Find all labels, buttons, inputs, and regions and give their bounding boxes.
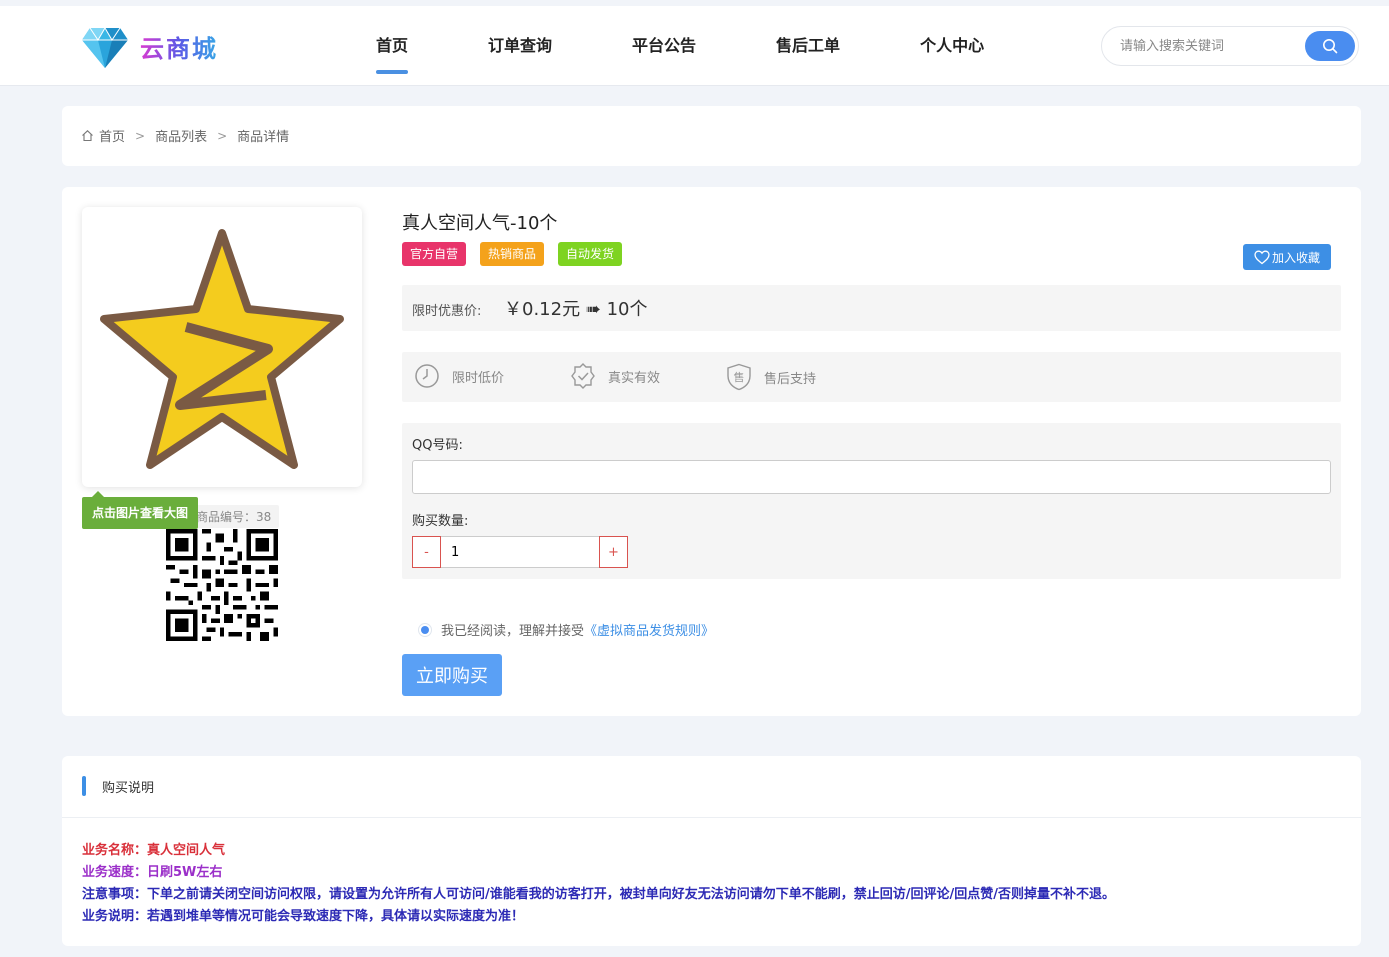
product-image[interactable]	[82, 207, 362, 487]
main-nav: 首页 订单查询 平台公告 售后工单 个人中心	[376, 6, 1064, 86]
verified-badge-icon	[571, 363, 595, 389]
order-form: QQ号码: 购买数量: - +	[402, 423, 1341, 579]
breadcrumb: 首页 > 商品列表 > 商品详情	[81, 126, 289, 145]
tag-official: 官方自营	[402, 242, 467, 266]
feature-row: 限时低价 真实有效 售 售后支持	[402, 352, 1341, 402]
svg-text:售: 售	[734, 370, 745, 384]
home-icon	[82, 130, 93, 142]
feature-label: 限时低价	[452, 370, 505, 386]
agreement-radio[interactable]	[418, 622, 432, 637]
site-logo[interactable]: 云商城	[82, 24, 218, 68]
search-box	[1101, 26, 1359, 66]
purchase-notes-body: 业务名称：真人空间人气 业务速度：日刷5W左右 注意事项：下单之前请关闭空间访问…	[82, 840, 1115, 928]
product-card: 商品编号：38 点击图片查看大图 真人空间人气-10个 官方自营 热销商品 自动…	[62, 187, 1361, 716]
notes-service-name: 业务名称：真人空间人气	[82, 843, 226, 858]
purchase-notes-card: 购买说明 业务名称：真人空间人气 业务速度：日刷5W左右 注意事项：下单之前请关…	[62, 756, 1361, 946]
nav-order-query[interactable]: 订单查询	[488, 6, 552, 86]
delivery-rules-link[interactable]: 《虚拟商品发货规则》	[584, 620, 714, 639]
price-row: 限时优惠价: ￥0.12元 ➠ 10个	[402, 285, 1341, 331]
logo-text: 云商城	[140, 29, 218, 64]
agreement-text: 我已经阅读，理解并接受	[441, 624, 585, 639]
diamond-icon	[82, 27, 128, 68]
price-value: ￥0.12元 ➠ 10个	[504, 299, 648, 320]
notes-service-info: 业务说明：若遇到堆单等情况可能会导致速度下降，具体请以实际速度为准！	[82, 909, 525, 924]
qzone-star-icon	[100, 229, 344, 469]
purchase-notes-header: 购买说明	[62, 756, 1361, 818]
feature-label: 售后支持	[764, 371, 817, 387]
nav-home[interactable]: 首页	[376, 6, 409, 86]
product-title: 真人空间人气-10个	[402, 213, 558, 234]
breadcrumb-home[interactable]: 首页	[99, 126, 125, 145]
quantity-minus-button[interactable]: -	[412, 536, 441, 568]
shield-icon: 售	[727, 363, 751, 391]
site-header: 云商城 首页 订单查询 平台公告 售后工单 个人中心	[0, 6, 1389, 86]
quantity-stepper: - +	[412, 536, 628, 568]
feature-label: 真实有效	[608, 370, 661, 386]
add-favorite-button[interactable]: 加入收藏	[1243, 244, 1331, 270]
qq-label: QQ号码:	[412, 438, 463, 453]
notes-service-speed: 业务速度：日刷5W左右	[82, 865, 223, 880]
search-button[interactable]	[1305, 31, 1355, 61]
nav-announcements[interactable]: 平台公告	[632, 6, 696, 86]
clock-icon	[415, 364, 439, 388]
breadcrumb-separator-icon: >	[217, 128, 228, 143]
feature-low-price: 限时低价	[414, 363, 504, 389]
qr-code	[166, 529, 278, 641]
notes-precautions: 注意事项：下单之前请关闭空间访问权限，请设置为允许所有人可访问/谁能看我的访客打…	[82, 887, 1115, 902]
quantity-plus-button[interactable]: +	[599, 536, 628, 568]
breadcrumb-card: 首页 > 商品列表 > 商品详情	[62, 106, 1361, 166]
nav-user-center[interactable]: 个人中心	[920, 6, 984, 86]
breadcrumb-product-list[interactable]: 商品列表	[155, 126, 207, 145]
quantity-input[interactable]	[441, 536, 599, 568]
tag-hot: 热销商品	[480, 242, 545, 266]
feature-genuine: 真实有效	[570, 363, 660, 389]
breadcrumb-separator-icon: >	[135, 128, 146, 143]
feature-after-sales: 售 售后支持	[726, 363, 816, 391]
product-id: 商品编号：38	[190, 505, 280, 528]
section-accent-bar	[82, 776, 86, 796]
buy-now-button[interactable]: 立即购买	[402, 654, 502, 696]
enlarge-image-tip[interactable]: 点击图片查看大图	[82, 491, 198, 529]
price-label: 限时优惠价:	[412, 304, 482, 319]
heart-icon	[1254, 250, 1270, 264]
product-tags: 官方自营 热销商品 自动发货	[402, 242, 636, 266]
breadcrumb-product-detail: 商品详情	[237, 130, 290, 145]
search-icon	[1323, 39, 1338, 54]
tag-auto-delivery: 自动发货	[558, 242, 623, 266]
purchase-notes-title: 购买说明	[102, 781, 155, 796]
qq-input[interactable]	[412, 460, 1331, 494]
agreement: 我已经阅读，理解并接受 《虚拟商品发货规则》	[418, 620, 714, 639]
add-favorite-label: 加入收藏	[1271, 250, 1320, 265]
quantity-label: 购买数量:	[412, 514, 469, 529]
nav-after-sales[interactable]: 售后工单	[776, 6, 840, 86]
search-input[interactable]	[1120, 27, 1300, 65]
